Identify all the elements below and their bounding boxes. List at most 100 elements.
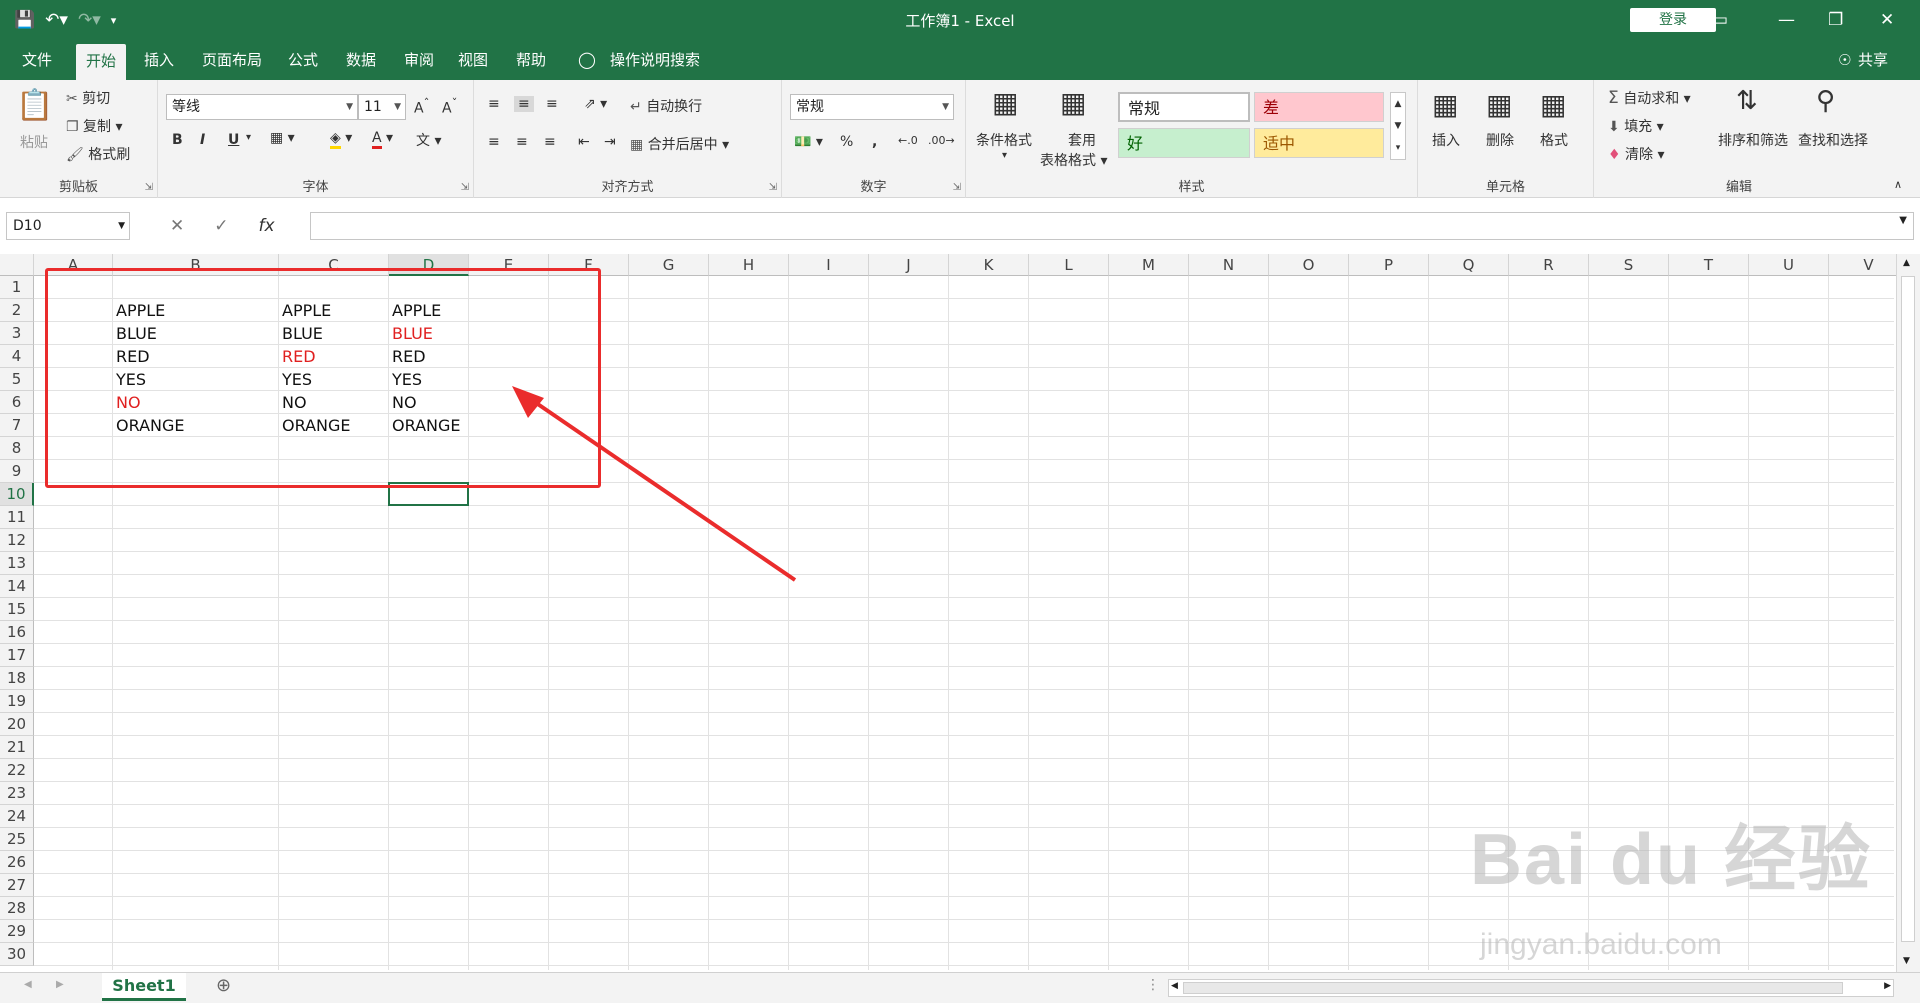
add-sheet-icon[interactable]: ⊕ — [216, 975, 231, 996]
decrease-decimal-icon[interactable]: .00→ — [928, 134, 955, 147]
restore-icon[interactable]: ❐ — [1828, 6, 1843, 34]
row-header-28[interactable]: 28 — [0, 897, 34, 920]
column-header-g[interactable]: G — [629, 254, 709, 276]
row-header-9[interactable]: 9 — [0, 460, 34, 483]
share-button[interactable]: 共享 — [1858, 40, 1888, 80]
column-header-l[interactable]: L — [1029, 254, 1109, 276]
delete-cells-button[interactable]: 删除 — [1486, 130, 1514, 150]
login-button[interactable]: 登录 — [1630, 8, 1716, 32]
tab-file[interactable]: 文件 — [22, 40, 52, 80]
row-header-12[interactable]: 12 — [0, 529, 34, 552]
font-launcher-icon[interactable]: ⇲ — [461, 182, 469, 193]
cancel-icon[interactable]: ✕ — [170, 212, 184, 240]
row-header-18[interactable]: 18 — [0, 667, 34, 690]
find-select-icon[interactable]: ⚲ — [1816, 86, 1835, 116]
row-header-2[interactable]: 2 — [0, 299, 34, 322]
column-header-i[interactable]: I — [789, 254, 869, 276]
styles-scroll-icon[interactable]: ▲ ▼ ▾ — [1390, 92, 1406, 160]
comma-button[interactable]: , — [872, 134, 877, 150]
conditional-format-button[interactable]: 条件格式 — [976, 130, 1032, 150]
horizontal-scroll-thumb[interactable] — [1183, 982, 1843, 994]
column-header-r[interactable]: R — [1509, 254, 1589, 276]
phonetic-icon[interactable]: 文 ▾ — [416, 130, 441, 150]
tab-review[interactable]: 审阅 — [404, 40, 434, 80]
minimize-icon[interactable]: — — [1778, 6, 1795, 34]
row-header-30[interactable]: 30 — [0, 943, 34, 966]
column-header-n[interactable]: N — [1189, 254, 1269, 276]
row-header-26[interactable]: 26 — [0, 851, 34, 874]
format-cells-icon[interactable]: ▦ — [1540, 88, 1566, 121]
select-all-corner[interactable] — [0, 254, 34, 276]
number-launcher-icon[interactable]: ⇲ — [953, 182, 961, 193]
increase-decimal-icon[interactable]: ←.0 — [898, 134, 918, 147]
sort-filter-button[interactable]: 排序和筛选 — [1718, 130, 1788, 150]
currency-icon[interactable]: 💵 ▾ — [794, 134, 823, 150]
row-header-16[interactable]: 16 — [0, 621, 34, 644]
tab-insert[interactable]: 插入 — [144, 40, 174, 80]
vertical-scroll-thumb[interactable] — [1901, 276, 1915, 942]
row-header-6[interactable]: 6 — [0, 391, 34, 414]
column-header-o[interactable]: O — [1269, 254, 1349, 276]
format-cells-button[interactable]: 格式 — [1540, 130, 1568, 150]
align-center-icon[interactable]: ≡ — [516, 134, 528, 150]
table-format-label-2[interactable]: 表格格式 ▾ — [1040, 150, 1107, 170]
style-good[interactable]: 好 — [1118, 128, 1250, 158]
ribbon-display-icon[interactable]: ▭ — [1712, 6, 1728, 34]
tab-formulas[interactable]: 公式 — [288, 40, 318, 80]
column-header-u[interactable]: U — [1749, 254, 1829, 276]
format-painter-button[interactable]: 🖌 格式刷 — [66, 144, 130, 164]
prev-sheet-icon[interactable]: ◀ — [24, 979, 32, 990]
row-header-20[interactable]: 20 — [0, 713, 34, 736]
shrink-font-icon[interactable]: Aˇ — [442, 96, 457, 117]
row-header-21[interactable]: 21 — [0, 736, 34, 759]
row-header-14[interactable]: 14 — [0, 575, 34, 598]
column-header-t[interactable]: T — [1669, 254, 1749, 276]
scroll-left-icon[interactable]: ◀ — [1171, 981, 1178, 991]
row-header-13[interactable]: 13 — [0, 552, 34, 575]
insert-cells-button[interactable]: 插入 — [1432, 130, 1460, 150]
scroll-down-icon[interactable]: ▼ — [1903, 956, 1910, 966]
paste-icon[interactable]: 📋 — [16, 88, 53, 123]
autosum-button[interactable]: Σ 自动求和 ▾ — [1608, 88, 1691, 108]
column-header-m[interactable]: M — [1109, 254, 1189, 276]
alignment-launcher-icon[interactable]: ⇲ — [769, 182, 777, 193]
row-header-24[interactable]: 24 — [0, 805, 34, 828]
row-header-11[interactable]: 11 — [0, 506, 34, 529]
italic-button[interactable]: I — [200, 132, 205, 148]
align-top-icon[interactable]: ≡ — [488, 96, 500, 112]
font-size-combo[interactable]: 11 ▼ — [358, 94, 406, 120]
splitter-icon[interactable]: ⋮ — [1146, 977, 1160, 993]
collapse-ribbon-icon[interactable]: ∧ — [1894, 178, 1902, 191]
insert-cells-icon[interactable]: ▦ — [1432, 88, 1458, 121]
tab-data[interactable]: 数据 — [346, 40, 376, 80]
tab-view[interactable]: 视图 — [458, 40, 488, 80]
column-header-j[interactable]: J — [869, 254, 949, 276]
font-name-combo[interactable]: 等线 ▼ — [166, 94, 358, 120]
close-icon[interactable]: ✕ — [1880, 6, 1894, 34]
style-neutral[interactable]: 适中 — [1254, 128, 1384, 158]
row-header-10[interactable]: 10 — [0, 483, 34, 506]
expand-formula-icon[interactable]: ▼ — [1899, 215, 1907, 226]
name-box[interactable]: D10 ▼ — [6, 212, 130, 240]
next-sheet-icon[interactable]: ▶ — [56, 979, 64, 990]
fill-button[interactable]: ⬇ 填充 ▾ — [1608, 116, 1664, 136]
wrap-text-button[interactable]: ↵ 自动换行 — [630, 96, 702, 116]
row-header-17[interactable]: 17 — [0, 644, 34, 667]
cut-button[interactable]: ✂ 剪切 — [66, 88, 110, 108]
copy-button[interactable]: ❐ 复制 ▾ — [66, 116, 123, 136]
increase-indent-icon[interactable]: ⇥ — [604, 134, 616, 150]
font-color-icon[interactable]: A ▾ — [372, 130, 393, 149]
enter-icon[interactable]: ✓ — [214, 212, 228, 240]
row-header-5[interactable]: 5 — [0, 368, 34, 391]
align-middle-icon[interactable]: ≡ — [514, 96, 534, 112]
number-format-combo[interactable]: 常规 ▼ — [790, 94, 954, 120]
grow-font-icon[interactable]: Aˆ — [414, 96, 429, 117]
table-format-label-1[interactable]: 套用 — [1068, 130, 1096, 150]
insert-function-button[interactable]: fx — [259, 212, 275, 240]
row-header-23[interactable]: 23 — [0, 782, 34, 805]
paste-button[interactable]: 粘贴 — [20, 132, 48, 152]
merge-center-button[interactable]: ▦ 合并后居中 ▾ — [630, 134, 729, 154]
sort-filter-icon[interactable]: ⇅ — [1736, 86, 1758, 116]
style-bad[interactable]: 差 — [1254, 92, 1384, 122]
row-header-27[interactable]: 27 — [0, 874, 34, 897]
